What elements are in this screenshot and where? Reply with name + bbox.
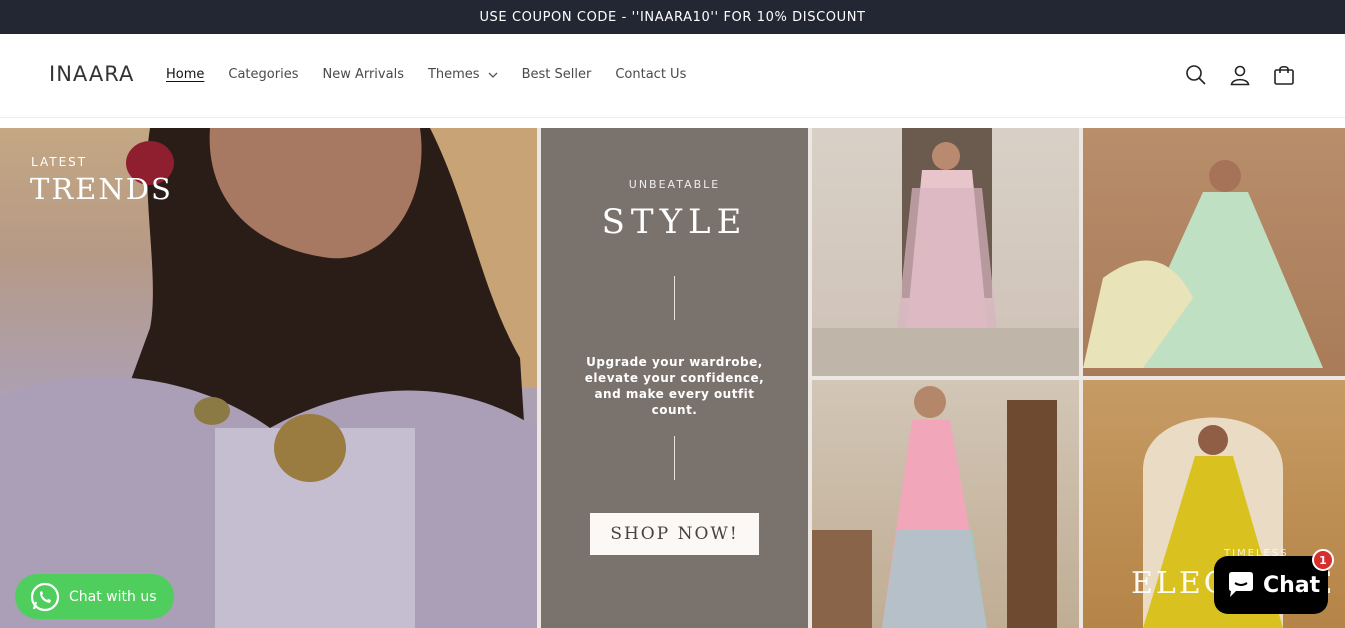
style-headline: STYLE	[601, 202, 748, 242]
divider-line	[674, 436, 675, 480]
banner-kicker-latest: LATEST	[31, 155, 88, 169]
product-photo	[812, 128, 1079, 376]
style-copy: Upgrade your wardrobe, elevate your conf…	[584, 355, 765, 417]
nav-new-arrivals[interactable]: New Arrivals	[322, 67, 404, 82]
search-icon[interactable]	[1185, 64, 1207, 86]
whatsapp-chat-button[interactable]: Chat with us	[15, 574, 174, 619]
product-photo	[1083, 160, 1323, 368]
product-tile-floral-dress[interactable]	[812, 380, 1079, 628]
nav-best-seller-label: Best Seller	[521, 67, 592, 82]
product-photo	[812, 386, 1057, 628]
announcement-bar: USE COUPON CODE - ''INAARA10'' FOR 10% D…	[0, 0, 1345, 34]
chevron-down-icon	[488, 72, 498, 78]
cart-icon[interactable]	[1273, 64, 1295, 86]
nav-themes-label: Themes	[427, 67, 480, 82]
chat-notification-badge: 1	[1312, 549, 1334, 571]
nav-home[interactable]: Home	[166, 67, 204, 82]
main-nav: Home Categories New Arrivals Themes Best…	[166, 67, 710, 82]
nav-home-label: Home	[166, 67, 205, 82]
style-panel: UNBEATABLE STYLE Upgrade your wardrobe, …	[541, 128, 808, 628]
nav-themes[interactable]: Themes	[428, 67, 498, 82]
announcement-text: USE COUPON CODE - ''INAARA10'' FOR 10% D…	[479, 9, 866, 25]
divider-line	[674, 276, 675, 320]
nav-new-arrivals-label: New Arrivals	[322, 67, 404, 82]
whatsapp-label: Chat with us	[69, 588, 157, 605]
nav-best-seller[interactable]: Best Seller	[522, 67, 592, 82]
shop-now-button[interactable]: SHOP NOW!	[590, 513, 759, 555]
chat-bubble-icon	[1229, 572, 1253, 597]
product-tile-mint-anarkali[interactable]	[1083, 128, 1345, 376]
banner-headline-trends: TRENDS	[30, 172, 173, 206]
chat-widget-button[interactable]: Chat 1	[1214, 549, 1334, 614]
hero-banner[interactable]: LATEST TRENDS UNBEATABLE STYLE Upgrade y…	[0, 128, 1345, 628]
nav-contact-us-label: Contact Us	[615, 67, 687, 82]
site-header: INAARA Home Categories New Arrivals Them…	[0, 34, 1345, 118]
nav-categories[interactable]: Categories	[228, 67, 298, 82]
site-logo[interactable]: INAARA	[49, 62, 134, 86]
product-tile-pink-suit[interactable]	[812, 128, 1079, 376]
chat-label: Chat	[1263, 572, 1321, 598]
account-icon[interactable]	[1229, 64, 1251, 86]
latest-trends-tile[interactable]: LATEST TRENDS	[0, 128, 537, 628]
whatsapp-icon	[30, 582, 60, 611]
style-kicker: UNBEATABLE	[628, 178, 721, 191]
header-icons	[1185, 64, 1295, 86]
nav-contact-us[interactable]: Contact Us	[615, 67, 686, 82]
nav-categories-label: Categories	[228, 67, 299, 82]
